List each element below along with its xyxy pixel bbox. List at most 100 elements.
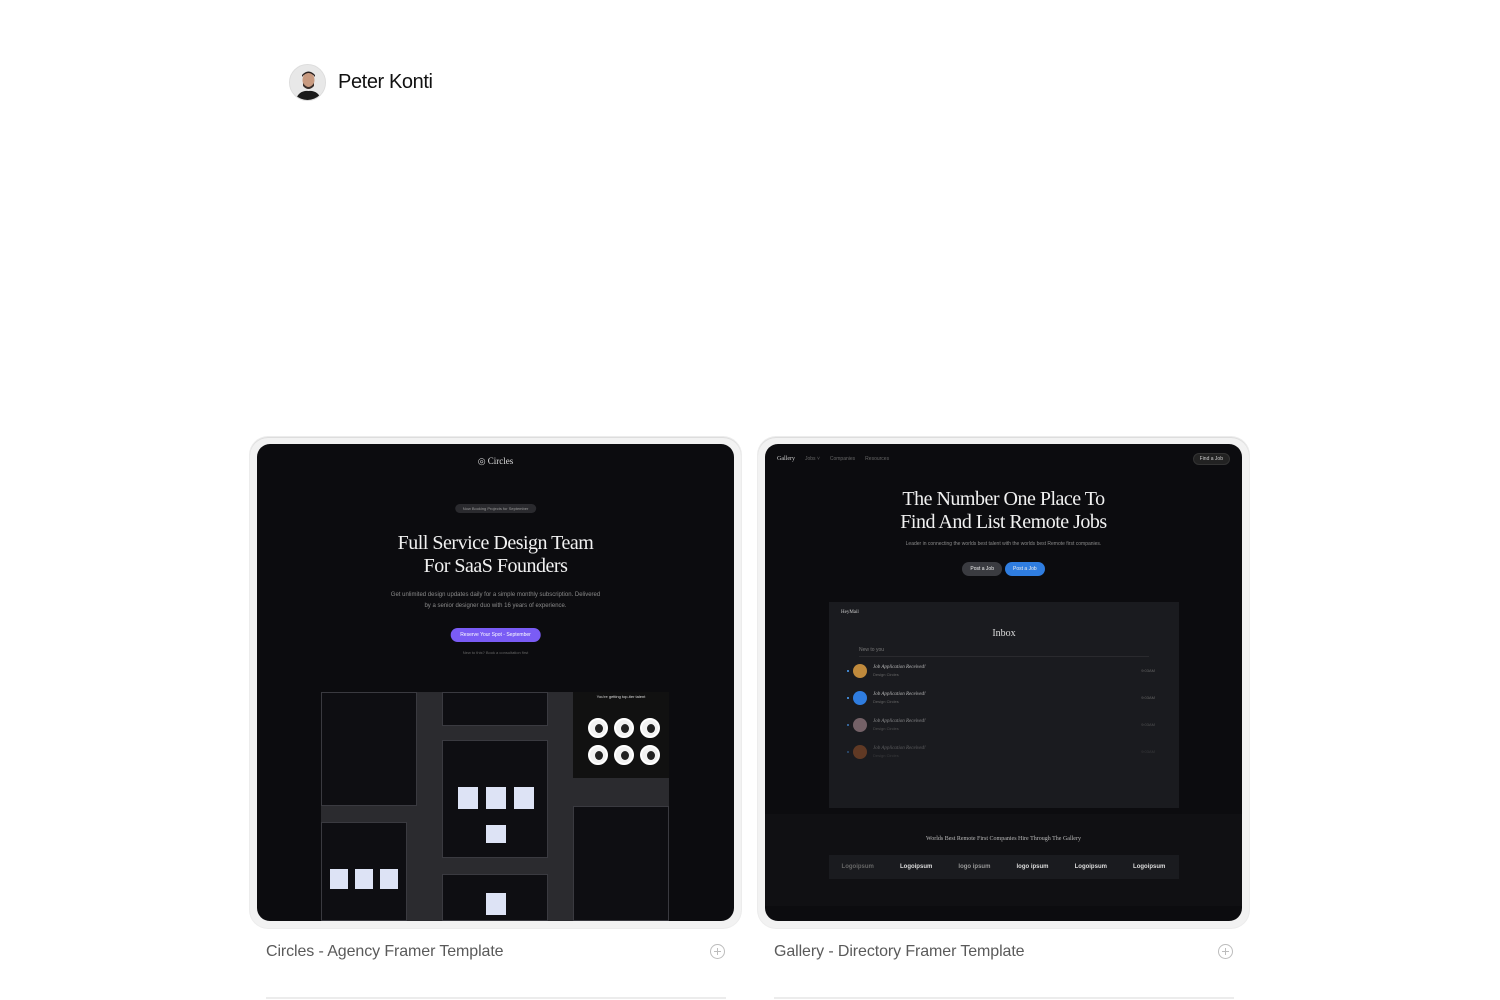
face-icon (588, 745, 608, 765)
face-icon (614, 718, 634, 738)
partner-logo: Logoipsum (1074, 864, 1107, 870)
message-sender: Design Circles (873, 725, 899, 731)
template-thumbnail-frame[interactable]: Gallery Jobs ˅ Companies Resources Find … (758, 437, 1249, 928)
message-text: Job Application Received! Design Circles (873, 745, 1141, 759)
preview-logo: Gallery (777, 456, 795, 462)
add-plus-icon[interactable] (710, 944, 725, 959)
preview-nav-item: Companies (829, 456, 856, 462)
face-icon (588, 718, 608, 738)
unread-dot-icon (847, 669, 849, 672)
preview-secondary-button: Post a Job (962, 562, 1002, 576)
collage-thumb (380, 869, 398, 889)
row-divider (266, 997, 726, 999)
preview-subtext: Get unlimited design updates daily for a… (390, 592, 601, 609)
face-icon (640, 718, 660, 738)
unread-dot-icon (847, 696, 849, 699)
preview-inbox: HeyMail Inbox New to you Job Application… (829, 602, 1179, 808)
preview-headline: The Number One Place To Find And List Re… (900, 488, 1107, 533)
footer-title: Worlds Best Remote First Companies Hire … (926, 836, 1081, 842)
message-time: 9:03AM (1141, 749, 1155, 754)
avatar-portrait-icon (290, 65, 325, 100)
faces-panel-text: You're getting top-tier talent (596, 694, 646, 699)
partner-logo: Logoipsum (1133, 864, 1166, 870)
partner-logo: logo ipsum (958, 864, 991, 870)
preview-collage: You're getting top-tier talent (321, 692, 669, 921)
author-avatar (289, 64, 326, 101)
card-footer: Gallery - Directory Framer Template (758, 928, 1249, 966)
collage-thumb (458, 787, 478, 809)
partner-logo: Logoipsum (841, 864, 874, 870)
inbox-message-row: Job Application Received! Design Circles … (829, 657, 1179, 684)
message-subject: Job Application Received! (873, 718, 926, 724)
partner-logo: Logoipsum (899, 864, 933, 870)
sender-avatar (853, 690, 867, 705)
author-header[interactable]: Peter Konti (289, 64, 433, 101)
message-subject: Job Application Received! (873, 664, 926, 670)
message-subject: Job Application Received! (873, 691, 926, 697)
collage-thumb (330, 869, 348, 889)
logo-strip: Logoipsum Logoipsum logo ipsum logo ipsu… (828, 855, 1179, 879)
preview-subtext: Leader in connecting the worlds best tal… (905, 541, 1102, 547)
message-sender: Design Circles (873, 698, 899, 704)
message-text: Job Application Received! Design Circles (873, 718, 1141, 732)
inbox-message-row: Job Application Received! Design Circles … (829, 711, 1179, 738)
collage-page (321, 822, 407, 921)
message-time: 9:03AM (1141, 722, 1155, 727)
collage-thumb (486, 893, 506, 915)
message-text: Job Application Received! Design Circles (873, 664, 1141, 678)
partner-logo: logo ipsum (1016, 864, 1049, 870)
message-time: 9:03AM (1141, 668, 1155, 673)
collage-page (321, 692, 417, 806)
face-icon (640, 745, 660, 765)
collage-thumb (486, 825, 506, 843)
inbox-topbar: HeyMail (829, 602, 1179, 622)
collage-thumb (514, 787, 534, 809)
message-sender: Design Circles (873, 671, 899, 677)
face-icon (614, 745, 634, 765)
template-grid: ◎ Circles Now Booking Projects for Septe… (250, 437, 1250, 966)
sender-avatar (853, 717, 867, 732)
preview-logo: ◎ Circles (477, 456, 514, 466)
preview-pill: Now Booking Projects for September (454, 504, 537, 513)
message-sender: Design Circles (873, 752, 899, 758)
collage-page (442, 740, 548, 858)
collage-thumb (355, 869, 373, 889)
collage-page (442, 874, 548, 921)
template-card[interactable]: Gallery Jobs ˅ Companies Resources Find … (758, 437, 1249, 966)
card-title[interactable]: Circles - Agency Framer Template (266, 943, 504, 961)
preview-footer: Worlds Best Remote First Companies Hire … (765, 814, 1242, 906)
inbox-app-name: HeyMail (841, 609, 859, 615)
preview-primary-button: Post a Job (1005, 562, 1045, 576)
message-time: 9:03AM (1141, 695, 1155, 700)
preview-nav-item: Jobs ˅ (805, 456, 820, 462)
collage-thumb (486, 787, 506, 809)
message-text: Job Application Received! Design Circles (873, 691, 1141, 705)
inbox-section-label: New to you (859, 647, 1149, 657)
author-name[interactable]: Peter Konti (338, 71, 433, 94)
card-title[interactable]: Gallery - Directory Framer Template (774, 943, 1025, 961)
add-plus-icon[interactable] (1218, 944, 1233, 959)
sender-avatar (853, 744, 867, 759)
unread-dot-icon (847, 750, 849, 753)
collage-page (573, 806, 669, 921)
card-footer: Circles - Agency Framer Template (250, 928, 741, 966)
inbox-message-row: Job Application Received! Design Circles … (829, 684, 1179, 711)
template-thumbnail[interactable]: ◎ Circles Now Booking Projects for Septe… (257, 444, 734, 921)
collage-page (442, 692, 548, 726)
preview-headline: Full Service Design Team For SaaS Founde… (397, 532, 594, 577)
preview-cta-button: Reserve Your Spot - September (450, 628, 541, 642)
inbox-message-row: Job Application Received! Design Circles … (829, 738, 1179, 765)
preview-link: New to this? Book a consultation first (462, 650, 529, 655)
template-thumbnail[interactable]: Gallery Jobs ˅ Companies Resources Find … (765, 444, 1242, 921)
row-divider (774, 997, 1234, 999)
preview-nav-item: Resources (865, 456, 890, 462)
inbox-title: Inbox (992, 628, 1016, 639)
preview-buttons: Post a Job Post a Job (765, 562, 1242, 576)
sender-avatar (853, 663, 867, 678)
preview-find-button: Find a Job (1192, 453, 1230, 465)
preview-nav: Gallery Jobs ˅ Companies Resources Find … (777, 452, 1230, 466)
template-card[interactable]: ◎ Circles Now Booking Projects for Septe… (250, 437, 741, 966)
collage-faces-panel: You're getting top-tier talent (573, 692, 669, 778)
template-thumbnail-frame[interactable]: ◎ Circles Now Booking Projects for Septe… (250, 437, 741, 928)
message-subject: Job Application Received! (873, 745, 926, 751)
